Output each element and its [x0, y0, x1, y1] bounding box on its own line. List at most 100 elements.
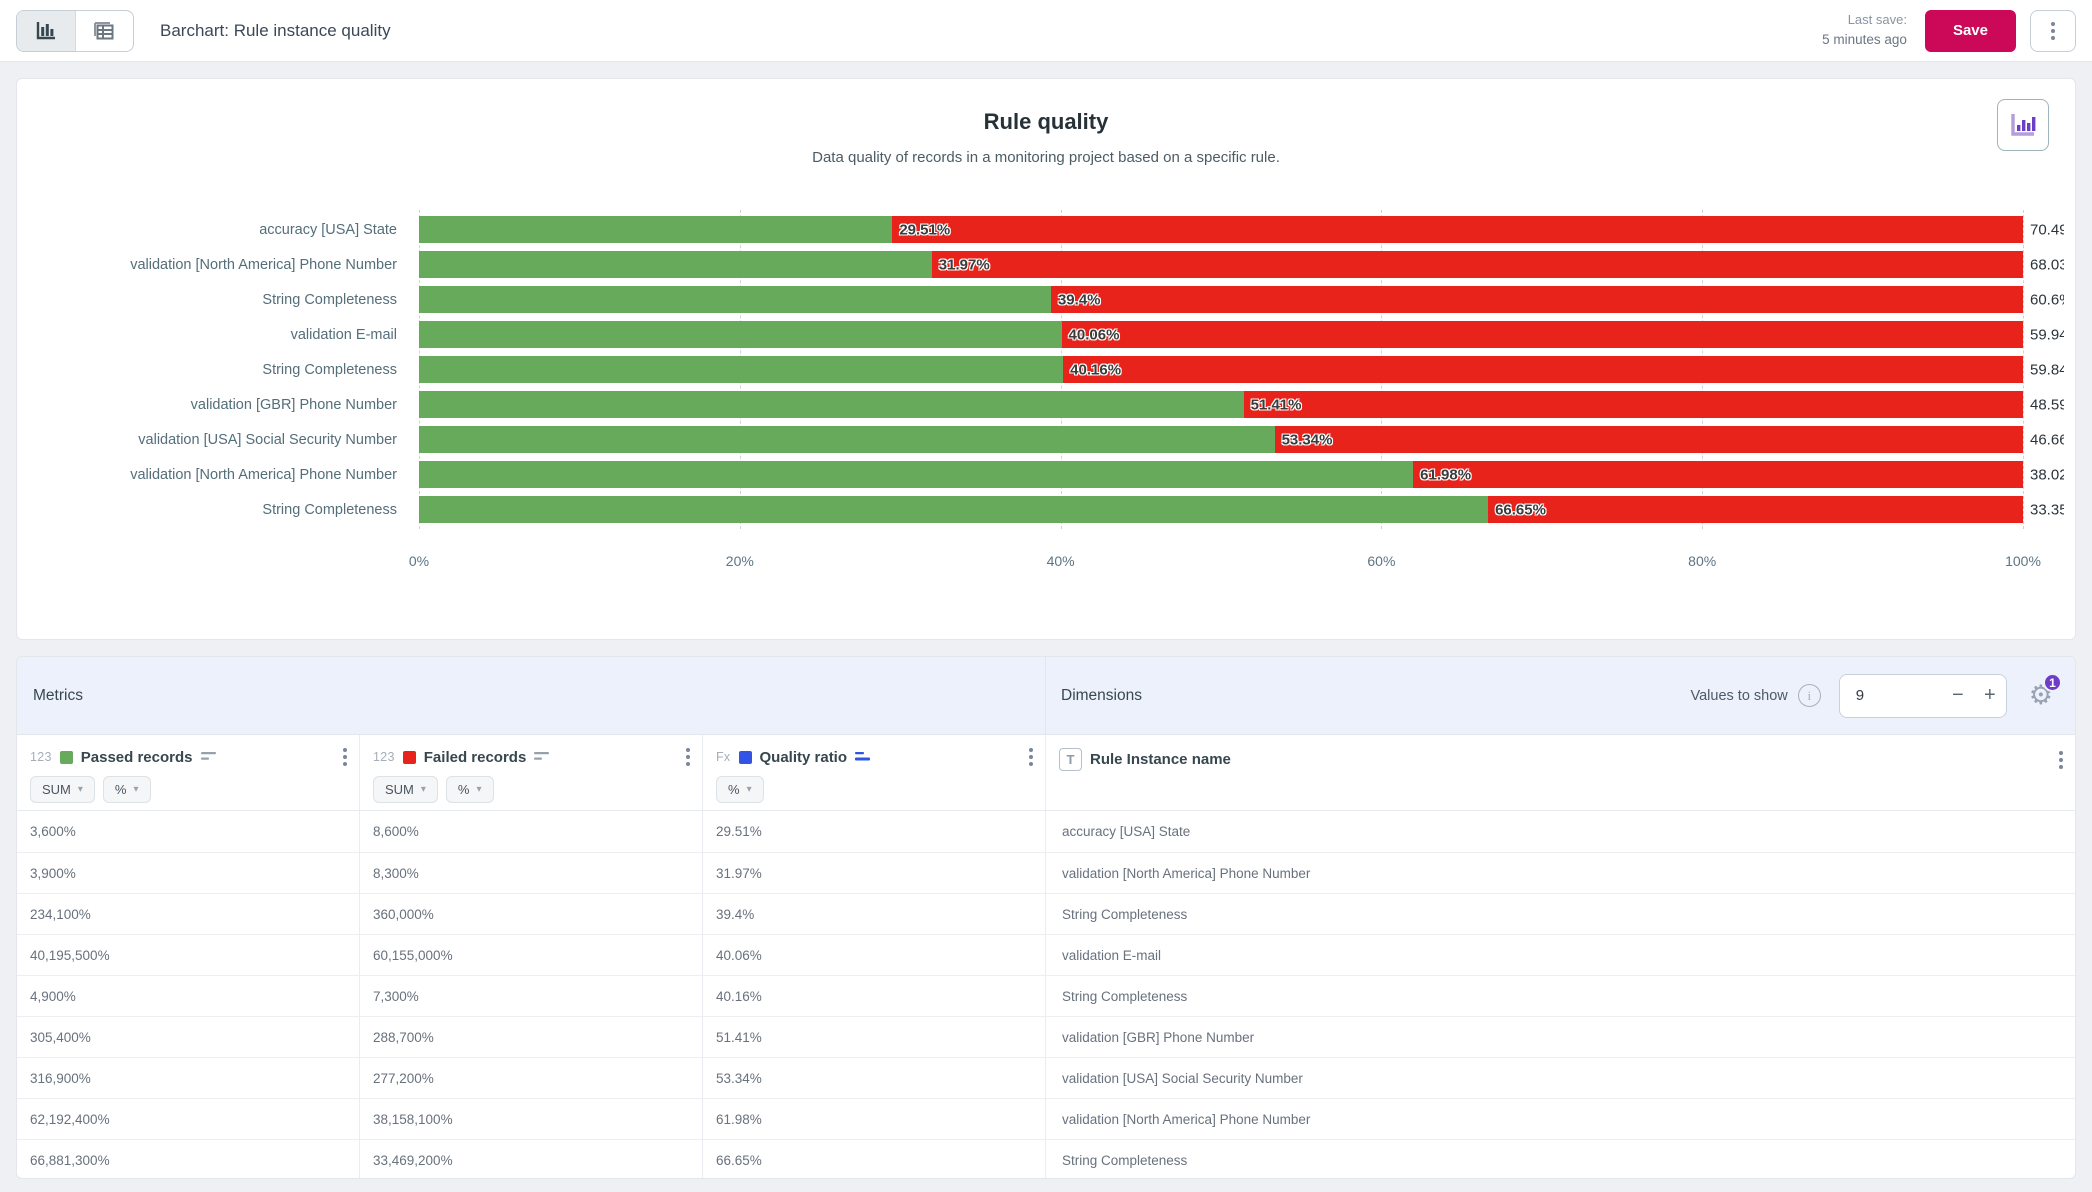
numeric-type-icon: 123: [373, 750, 395, 764]
table-row: 316,900%277,200%53.34%validation [USA] S…: [17, 1057, 2075, 1098]
column-label-rule-name: Rule Instance name: [1090, 751, 1231, 768]
failed-ratio-edge-label: 59.84%: [2030, 361, 2064, 378]
info-icon[interactable]: i: [1798, 684, 1821, 707]
passed-bar-segment[interactable]: [419, 426, 1275, 453]
passed-bar-segment[interactable]: [419, 496, 1488, 523]
unit-chip[interactable]: %▾: [103, 776, 151, 803]
unit-chip[interactable]: %▾: [716, 776, 764, 803]
cell-rule: validation [North America] Phone Number: [1046, 1099, 2075, 1139]
chart-view-toggle[interactable]: [17, 11, 75, 51]
column-kebab-rule-name[interactable]: [2059, 751, 2063, 769]
passed-bar-segment[interactable]: [419, 286, 1051, 313]
cell-rule: String Completeness: [1046, 894, 2075, 934]
failed-bar-segment[interactable]: [932, 251, 2023, 278]
cell-rule: validation [USA] Social Security Number: [1046, 1058, 2075, 1098]
quality-ratio-bar-label: 31.97%: [939, 256, 990, 273]
failed-ratio-edge-label: 38.02%: [2030, 466, 2064, 483]
cell-passed: 40,195,500%: [17, 935, 360, 975]
column-kebab-passed[interactable]: [343, 748, 347, 766]
chart-category-label: validation [GBR] Phone Number: [17, 397, 419, 413]
table-row: 3,600%8,600%29.51%accuracy [USA] State: [17, 811, 2075, 852]
chart-category-label: String Completeness: [17, 292, 419, 308]
column-kebab-failed[interactable]: [686, 748, 690, 766]
quality-ratio-bar-label: 66.65%: [1495, 501, 1546, 518]
cell-ratio: 31.97%: [703, 853, 1046, 893]
failed-ratio-edge-label: 33.35%: [2030, 501, 2064, 518]
stacked-bar: 51.41%48.59%: [419, 391, 2023, 418]
stacked-bar: 39.4%60.6%: [419, 286, 2023, 313]
table-view-toggle[interactable]: [75, 11, 134, 51]
view-toggle-group: [16, 10, 134, 52]
failed-bar-segment[interactable]: [1275, 426, 2023, 453]
increment-button[interactable]: +: [1974, 675, 2006, 717]
column-kebab-quality-ratio[interactable]: [1029, 748, 1033, 766]
passed-bar-segment[interactable]: [419, 461, 1413, 488]
ratio-color-swatch: [739, 751, 752, 764]
cell-ratio: 51.41%: [703, 1017, 1046, 1057]
stacked-bar: 40.16%59.84%: [419, 356, 2023, 383]
quality-ratio-bar-label: 61.98%: [1420, 466, 1471, 483]
cell-passed: 316,900%: [17, 1058, 360, 1098]
cell-failed: 288,700%: [360, 1017, 703, 1057]
decrement-button[interactable]: −: [1942, 675, 1974, 717]
x-axis-tick-label: 40%: [1047, 553, 1075, 569]
bar-chart-icon: [35, 21, 57, 41]
passed-bar-segment[interactable]: [419, 356, 1063, 383]
column-label-passed: Passed records: [81, 749, 193, 766]
table-row: 234,100%360,000%39.4%String Completeness: [17, 893, 2075, 934]
chart-category-label: validation [North America] Phone Number: [17, 257, 419, 273]
x-axis-tick-label: 0%: [409, 553, 429, 569]
chart-bar-row: String Completeness40.16%59.84%: [17, 356, 2075, 383]
passed-bar-segment[interactable]: [419, 216, 892, 243]
failed-bar-segment[interactable]: [1051, 286, 2023, 313]
settings-gear-button[interactable]: ⚙ 1: [2029, 682, 2053, 709]
values-to-show-input[interactable]: 9: [1840, 687, 1942, 704]
cell-passed: 66,881,300%: [17, 1140, 360, 1179]
passed-bar-segment[interactable]: [419, 251, 932, 278]
x-axis-tick-label: 60%: [1367, 553, 1395, 569]
chart-type-button[interactable]: [1997, 99, 2049, 151]
aggregation-chip[interactable]: SUM▾: [373, 776, 438, 803]
stacked-bar: 61.98%38.02%: [419, 461, 2023, 488]
save-button[interactable]: Save: [1925, 10, 2016, 52]
cell-failed: 8,300%: [360, 853, 703, 893]
aggregation-chip[interactable]: SUM▾: [30, 776, 95, 803]
failed-ratio-edge-label: 60.6%: [2030, 291, 2064, 308]
table-row: 62,192,400%38,158,100%61.98%validation […: [17, 1098, 2075, 1139]
failed-bar-segment[interactable]: [1488, 496, 2023, 523]
chart-subtitle: Data quality of records in a monitoring …: [17, 149, 2075, 166]
x-axis-tick-label: 100%: [2005, 553, 2041, 569]
cell-ratio: 39.4%: [703, 894, 1046, 934]
cell-passed: 305,400%: [17, 1017, 360, 1057]
sort-icon-active[interactable]: [855, 751, 873, 764]
sort-icon[interactable]: [534, 751, 552, 764]
quality-ratio-bar-label: 40.16%: [1070, 361, 1121, 378]
table-row: 66,881,300%33,469,200%66.65%String Compl…: [17, 1139, 2075, 1179]
cell-rule: validation [North America] Phone Number: [1046, 853, 2075, 893]
failed-bar-segment[interactable]: [1063, 356, 2023, 383]
cell-passed: 3,600%: [17, 811, 360, 852]
stacked-bar: 53.34%46.66%: [419, 426, 2023, 453]
chart-category-label: accuracy [USA] State: [17, 222, 419, 238]
sort-icon[interactable]: [201, 751, 219, 764]
cell-failed: 8,600%: [360, 811, 703, 852]
failed-bar-segment[interactable]: [1244, 391, 2023, 418]
cell-failed: 7,300%: [360, 976, 703, 1016]
failed-bar-segment[interactable]: [1413, 461, 2023, 488]
chart-x-axis: 0%20%40%60%80%100%: [419, 553, 2023, 571]
text-type-icon: T: [1059, 748, 1082, 771]
passed-bar-segment[interactable]: [419, 321, 1062, 348]
failed-bar-segment[interactable]: [1062, 321, 2023, 348]
barchart-type-icon: [2009, 112, 2037, 138]
dimensions-panel-header: Dimensions Values to show i 9 − + ⚙ 1: [1046, 657, 2075, 734]
quality-ratio-bar-label: 39.4%: [1058, 291, 1101, 308]
failed-bar-segment[interactable]: [892, 216, 2023, 243]
table-row: 4,900%7,300%40.16%String Completeness: [17, 975, 2075, 1016]
unit-chip[interactable]: %▾: [446, 776, 494, 803]
chart-bar-row: validation E-mail40.06%59.94%: [17, 321, 2075, 348]
cell-rule: validation E-mail: [1046, 935, 2075, 975]
header-kebab-button[interactable]: [2030, 10, 2076, 52]
quality-ratio-bar-label: 53.34%: [1282, 431, 1333, 448]
chevron-down-icon: ▾: [421, 784, 426, 795]
passed-bar-segment[interactable]: [419, 391, 1244, 418]
